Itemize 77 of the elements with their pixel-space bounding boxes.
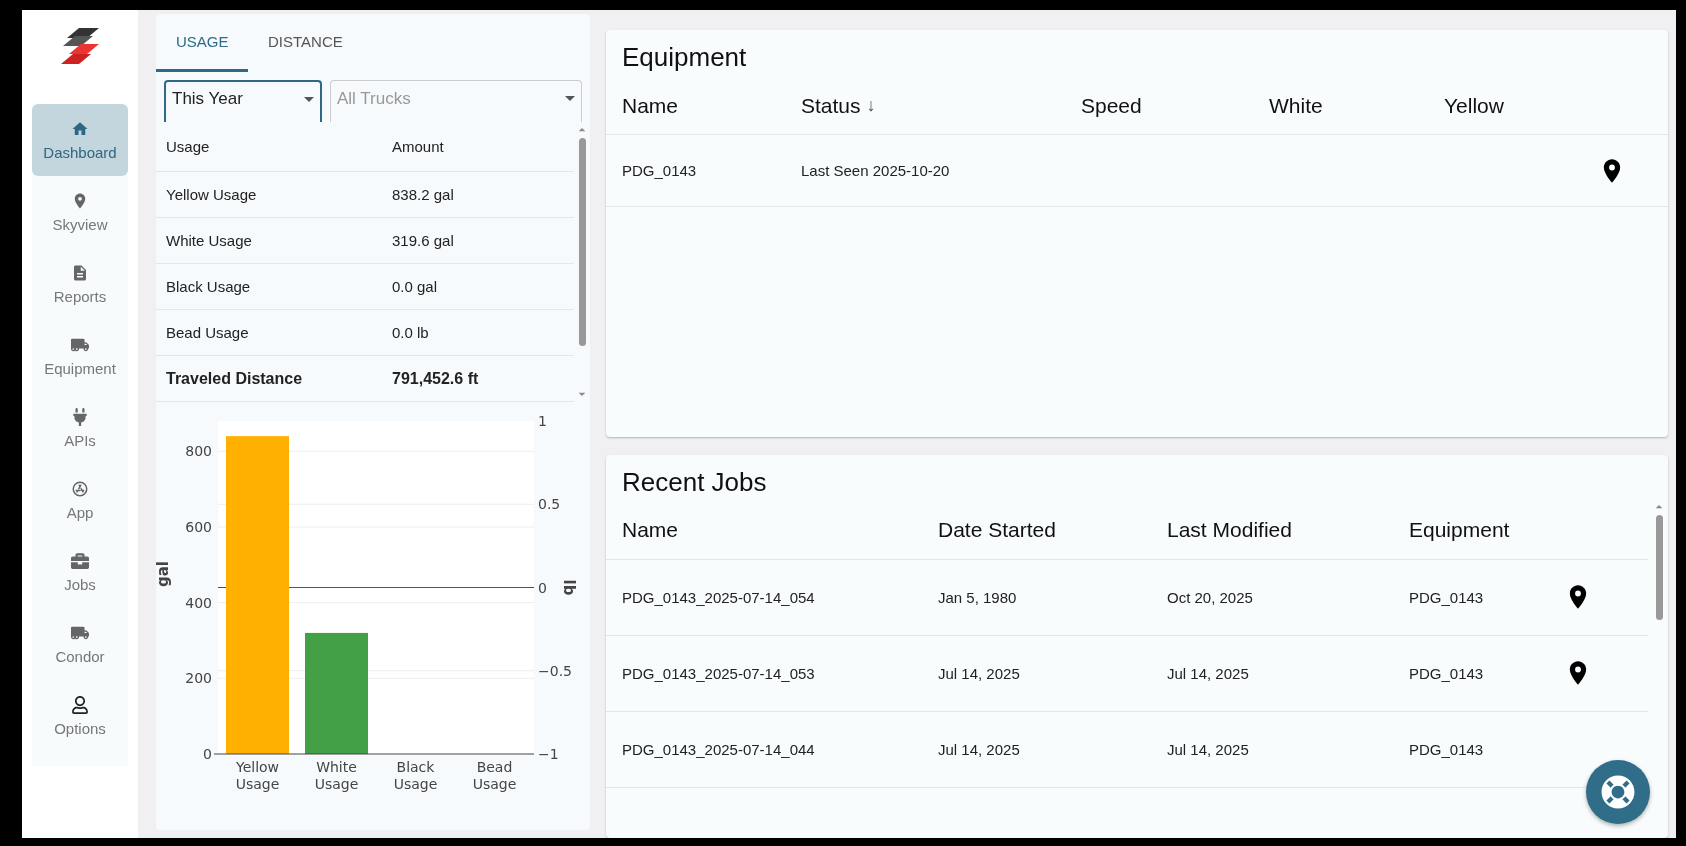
tab[interactable]: DISTANCE (248, 14, 360, 72)
axis-tick-label: 0 (538, 579, 547, 596)
column-header[interactable]: Equipment (1409, 518, 1564, 542)
card-title: Recent Jobs (621, 465, 768, 499)
document-icon (71, 263, 89, 282)
axis-category-label: Black Usage (393, 759, 438, 792)
axis-category-label: White Usage (314, 759, 359, 792)
nav-item[interactable]: Jobs (32, 536, 128, 608)
table-cell-text: 0.0 gal (392, 278, 439, 295)
nav-item[interactable]: Equipment (32, 320, 128, 392)
axis-tick-label: 600 (185, 518, 212, 535)
dropdown-caret-icon (565, 96, 575, 101)
axis-tick-label: −0.5 (538, 662, 572, 679)
scrollbar-thumb[interactable] (1655, 514, 1663, 620)
table-cell-text: Oct 20, 2025 (1167, 588, 1254, 606)
table-cell-text: PDG_0143_2025-07-14_044 (622, 740, 816, 758)
user-icon (71, 695, 89, 714)
table-cell-text: PDG_0143 (1409, 588, 1485, 606)
table-cell-text: PDG_0143 (1409, 740, 1485, 758)
nav-item[interactable]: Condor (32, 608, 128, 680)
table-cell-text: 838.2 gal (392, 186, 455, 203)
column-header[interactable]: Name (622, 93, 801, 118)
column-header[interactable]: Last Modified (1167, 518, 1409, 542)
table-cell-text: Bead Usage (166, 324, 250, 341)
table-cell-text: Black Usage (166, 278, 252, 295)
app-store-icon (71, 479, 89, 498)
column-header[interactable]: Name (622, 518, 938, 542)
axis-tick-label: 0.5 (538, 496, 561, 513)
axis-tick-label: −1 (538, 746, 559, 762)
table-cell-text: White Usage (166, 232, 253, 249)
column-header: Usage (166, 138, 211, 155)
table-cell-text: PDG_0143 (622, 162, 698, 179)
nav-item[interactable]: APIs (32, 392, 128, 464)
table-cell-text: PDG_0143 (1409, 664, 1485, 682)
briefcase-icon (71, 551, 89, 570)
column-header[interactable]: Date Started (938, 518, 1167, 542)
nav-item[interactable]: Reports (32, 248, 128, 320)
lifebuoy-icon (1601, 775, 1635, 809)
column-header[interactable]: Status (801, 93, 861, 118)
axis-title: gal (156, 561, 172, 587)
table-cell-text: 319.6 gal (392, 232, 455, 249)
table-cell-text: Jul 14, 2025 (1167, 740, 1250, 758)
card-title: Equipment (621, 41, 748, 74)
axis-category-label: Bead Usage (472, 759, 517, 792)
nav-item[interactable]: App (32, 464, 128, 536)
table-cell-text: Jul 14, 2025 (1167, 664, 1250, 682)
axis-category-label: Yellow Usage (235, 759, 280, 792)
period-select[interactable]: This Year (164, 80, 322, 122)
nav-item[interactable]: Options (32, 680, 128, 752)
help-button[interactable] (1586, 760, 1650, 824)
scrollbar-thumb[interactable] (578, 138, 586, 346)
table-cell-text: Jan 5, 1980 (938, 588, 1018, 606)
nav-item[interactable]: Dashboard (32, 104, 128, 176)
column-header: Amount (392, 138, 445, 155)
dropdown-caret-icon (304, 96, 314, 102)
column-header[interactable]: White (1269, 93, 1444, 118)
table-cell-text: Traveled Distance (166, 369, 304, 388)
table-cell-text: 0.0 lb (392, 324, 430, 341)
table-cell-text: Last Seen 2025-10-20 (801, 162, 951, 179)
axis-tick-label: 200 (185, 670, 212, 687)
axis-tick-label: 800 (185, 443, 212, 460)
table-cell-text: PDG_0143_2025-07-14_054 (622, 588, 816, 606)
table-cell-text: Jul 14, 2025 (938, 740, 1021, 758)
nav-item[interactable]: Skyview (32, 176, 128, 248)
plug-icon (71, 407, 89, 426)
table-cell-text: 791,452.6 ft (392, 369, 480, 388)
table-cell-text: PDG_0143_2025-07-14_053 (622, 664, 816, 682)
column-header[interactable]: Yellow (1444, 93, 1598, 118)
axis-tick-label: 0 (203, 746, 212, 762)
tab[interactable]: USAGE (156, 14, 248, 72)
table-cell-text: Jul 14, 2025 (938, 664, 1021, 682)
axis-tick-label: 1 (538, 416, 547, 429)
sort-arrow[interactable]: ↓ (866, 95, 876, 116)
axis-title: lb (560, 579, 576, 596)
table-cell-text: Yellow Usage (166, 186, 258, 203)
column-header[interactable]: Speed (1081, 93, 1269, 118)
axis-tick-label: 400 (185, 594, 212, 611)
